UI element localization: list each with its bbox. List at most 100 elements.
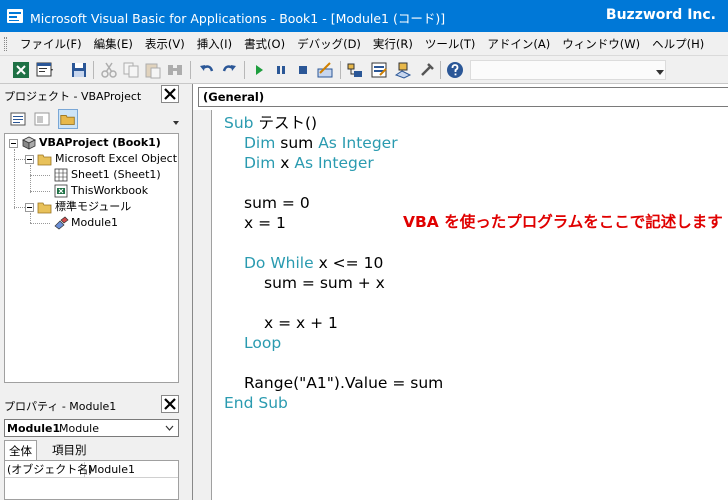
menu-window[interactable]: ウィンドウ(W) bbox=[556, 32, 646, 56]
save-icon[interactable] bbox=[70, 61, 88, 79]
toolbar-separator bbox=[440, 61, 441, 79]
code-line: End Sub bbox=[224, 394, 288, 412]
tree-line bbox=[30, 223, 50, 224]
tree-collapse-project[interactable] bbox=[9, 139, 18, 148]
menu-list: ファイル(F) 編集(E) 表示(V) 挿入(I) 書式(O) デバッグ(D) … bbox=[14, 32, 710, 56]
undo-icon[interactable] bbox=[198, 61, 216, 79]
menu-grip[interactable] bbox=[4, 37, 7, 51]
tree-collapse-excel-objects[interactable] bbox=[25, 155, 34, 164]
menu-addins[interactable]: アドイン(A) bbox=[481, 32, 556, 56]
properties-tabs: 全体 項目別 bbox=[4, 440, 179, 460]
tree-line bbox=[14, 207, 25, 208]
view-object-icon[interactable] bbox=[32, 109, 52, 129]
standard-toolbar bbox=[0, 56, 728, 84]
project-explorer-icon[interactable] bbox=[346, 61, 364, 79]
property-key: (オブジェクト名) bbox=[7, 462, 93, 478]
break-icon[interactable] bbox=[272, 61, 290, 79]
properties-grid: (オブジェクト名) Module1 bbox=[4, 460, 179, 500]
folder-open-icon bbox=[37, 202, 52, 214]
insert-module-icon[interactable] bbox=[36, 61, 54, 79]
worksheet-icon bbox=[54, 168, 68, 182]
object-combo-value: (General) bbox=[203, 90, 265, 104]
project-pane-title: プロジェクト - VBAProject bbox=[4, 90, 142, 103]
project-toolbar-options-icon[interactable] bbox=[173, 121, 179, 125]
tree-line bbox=[30, 213, 31, 223]
toolbar-separator bbox=[93, 61, 94, 79]
menu-bar: ファイル(F) 編集(E) 表示(V) 挿入(I) 書式(O) デバッグ(D) … bbox=[0, 32, 728, 56]
annotation-text: VBA を使ったプログラムをここで記述します bbox=[403, 213, 723, 231]
project-pane-header: プロジェクト - VBAProject bbox=[0, 84, 180, 104]
toolbox-icon[interactable] bbox=[418, 61, 436, 79]
property-row[interactable]: (オブジェクト名) Module1 bbox=[5, 462, 178, 478]
menu-format[interactable]: 書式(O) bbox=[238, 32, 291, 56]
line-column-status bbox=[470, 60, 666, 80]
toolbar-separator bbox=[244, 61, 245, 79]
vba-app-icon bbox=[7, 9, 23, 23]
object-select-type: Module bbox=[59, 422, 99, 435]
paste-icon[interactable] bbox=[144, 61, 162, 79]
tree-line bbox=[14, 159, 25, 160]
menu-file[interactable]: ファイル(F) bbox=[14, 32, 88, 56]
code-margin[interactable] bbox=[193, 110, 212, 500]
object-select[interactable]: Module1 Module bbox=[4, 419, 179, 437]
properties-pane-title: プロパティ - Module1 bbox=[4, 400, 117, 413]
properties-window-icon[interactable] bbox=[370, 61, 388, 79]
object-browser-icon[interactable] bbox=[394, 61, 412, 79]
title-bar: Microsoft Visual Basic for Applications … bbox=[0, 0, 728, 32]
code-line: Do While x <= 10 bbox=[244, 254, 384, 272]
brand-label: Buzzword Inc. bbox=[605, 7, 716, 23]
property-value[interactable]: Module1 bbox=[86, 462, 135, 478]
menu-debug[interactable]: デバッグ(D) bbox=[291, 32, 367, 56]
chevron-down-icon[interactable] bbox=[164, 423, 175, 433]
code-line: x = 1 bbox=[244, 214, 286, 232]
menu-insert[interactable]: 挿入(I) bbox=[191, 32, 238, 56]
menu-run[interactable]: 実行(R) bbox=[367, 32, 419, 56]
close-icon[interactable] bbox=[161, 85, 179, 103]
vba-project-icon bbox=[22, 136, 36, 150]
design-mode-icon[interactable] bbox=[316, 61, 334, 79]
code-window: (General) Sub テスト() Dim sum As Integer D… bbox=[192, 84, 728, 500]
menu-tools[interactable]: ツール(T) bbox=[419, 32, 482, 56]
tree-line bbox=[14, 149, 15, 209]
project-tree: VBAProject (Book1) Microsoft Excel Objec… bbox=[4, 133, 179, 383]
code-line: Dim sum As Integer bbox=[244, 134, 398, 152]
copy-icon[interactable] bbox=[122, 61, 140, 79]
window-title: Microsoft Visual Basic for Applications … bbox=[30, 11, 446, 26]
tree-line bbox=[30, 165, 31, 193]
code-line: Sub テスト() bbox=[224, 114, 318, 132]
code-editor[interactable]: Sub テスト() Dim sum As Integer Dim x As In… bbox=[213, 110, 728, 500]
close-icon[interactable] bbox=[161, 395, 179, 413]
cut-icon[interactable] bbox=[100, 61, 118, 79]
reset-icon[interactable] bbox=[294, 61, 312, 79]
project-toolbar bbox=[0, 106, 180, 132]
pane-splitter[interactable] bbox=[0, 386, 183, 392]
toolbar-options-icon[interactable] bbox=[656, 70, 664, 75]
find-icon[interactable] bbox=[166, 61, 184, 79]
tree-line bbox=[30, 175, 50, 176]
menu-view[interactable]: 表示(V) bbox=[139, 32, 191, 56]
toggle-folders-icon[interactable] bbox=[58, 109, 78, 129]
workbook-icon bbox=[54, 184, 68, 198]
toolbar-separator bbox=[190, 61, 191, 79]
menu-help[interactable]: ヘルプ(H) bbox=[646, 32, 710, 56]
tab-categorized[interactable]: 項目別 bbox=[48, 440, 91, 460]
object-select-name: Module1 bbox=[7, 422, 61, 435]
tab-alphabetic[interactable]: 全体 bbox=[4, 440, 37, 460]
code-line: Dim x As Integer bbox=[244, 154, 374, 172]
folder-open-icon bbox=[37, 154, 52, 166]
module-icon bbox=[54, 216, 69, 230]
code-line: x = x + 1 bbox=[264, 314, 338, 332]
menu-edit[interactable]: 編集(E) bbox=[88, 32, 139, 56]
code-line: Range("A1").Value = sum bbox=[244, 374, 444, 392]
properties-pane-header: プロパティ - Module1 bbox=[0, 394, 180, 414]
tree-collapse-modules[interactable] bbox=[25, 203, 34, 212]
object-combo[interactable]: (General) bbox=[198, 87, 728, 107]
redo-icon[interactable] bbox=[220, 61, 238, 79]
excel-view-icon[interactable] bbox=[12, 61, 30, 79]
view-code-icon[interactable] bbox=[8, 109, 28, 129]
code-line: Loop bbox=[244, 334, 282, 352]
toolbar-separator bbox=[340, 61, 341, 79]
run-icon[interactable] bbox=[250, 61, 268, 79]
help-icon[interactable] bbox=[446, 61, 464, 79]
code-line: sum = sum + x bbox=[264, 274, 385, 292]
